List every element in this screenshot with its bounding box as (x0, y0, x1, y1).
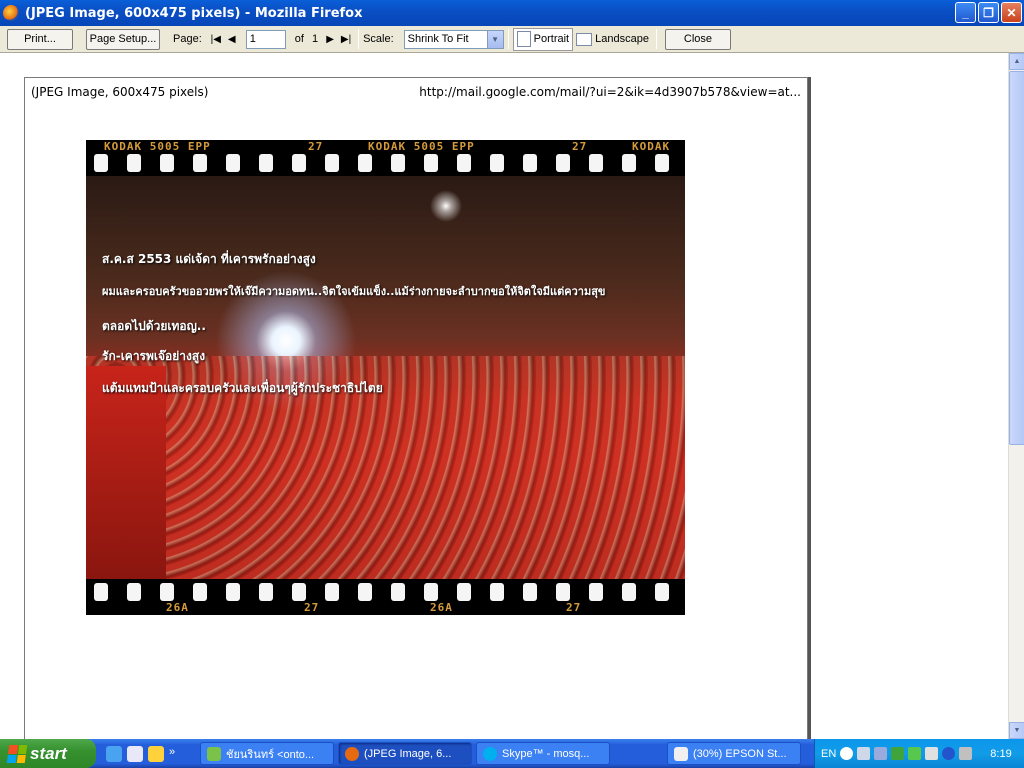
chevron-left-icon[interactable] (840, 747, 854, 760)
windows-logo-icon (6, 744, 28, 763)
bluetooth-icon[interactable] (942, 747, 956, 760)
crowd-scene: ส.ค.ส 2553 แด่เจ้ดา ที่เคารพรักอย่างสูง … (86, 176, 685, 579)
film-label: KODAK 5005 EPP (368, 140, 475, 153)
task-firefox[interactable]: (JPEG Image, 6... (338, 742, 472, 765)
task-epson[interactable]: (30%) EPSON St... (667, 742, 801, 765)
close-preview-button[interactable]: Close (664, 28, 731, 50)
greeting-line: แต้มแทมป้าและครอบครัวและเพื่อนๆผู้รักประ… (102, 381, 383, 395)
task-label: ชัยนรินทร์ <onto... (226, 748, 315, 761)
greeting-line: รัก-เคารพเจ๊อย่างสูง (102, 349, 206, 363)
scale-select[interactable]: Shrink To Fit ▼ (403, 29, 504, 49)
clock[interactable]: 8:19 (990, 748, 1011, 760)
printed-photo: KODAK 5005 EPP 27 KODAK 5005 EPP 27 KODA… (86, 140, 685, 615)
scale-value: Shrink To Fit (407, 33, 469, 45)
last-page-icon[interactable]: ▶| (338, 34, 354, 45)
previous-page-icon[interactable]: ◀ (224, 34, 240, 45)
maximize-button[interactable]: ❐ (978, 2, 999, 23)
toolbar-separator (655, 29, 657, 49)
landscape-label: Landscape (595, 33, 649, 45)
language-indicator[interactable]: EN (821, 748, 836, 760)
scroll-down-icon[interactable]: ▼ (1009, 722, 1024, 739)
start-button[interactable]: start (0, 739, 96, 768)
of-label: of (294, 33, 304, 45)
portrait-button[interactable]: Portrait (512, 27, 574, 51)
page-total: 1 (311, 33, 319, 45)
task-label: (JPEG Image, 6... (364, 747, 452, 760)
task-label: (30%) EPSON St... (693, 747, 787, 760)
task-email[interactable]: ชัยนรินทร์ <onto... (200, 742, 334, 765)
monitor-icon[interactable] (959, 747, 973, 760)
more-chevron-icon[interactable]: » (169, 746, 185, 762)
sprocket-holes (94, 583, 669, 601)
vertical-scrollbar[interactable]: ▲ ▼ (1008, 53, 1024, 739)
film-strip-bottom: 26A 27 26A 27 (86, 579, 685, 615)
volume-icon[interactable] (925, 747, 939, 760)
taskbar: start » ชัยนรินทร์ <onto... (JPEG Image,… (0, 739, 1024, 768)
network-icon[interactable] (874, 747, 888, 760)
window-controls: _ ❐ ✕ (955, 2, 1022, 23)
film-label: 26A (166, 601, 189, 614)
scrollbar-thumb[interactable] (1009, 71, 1024, 445)
page-header-title: (JPEG Image, 600x475 pixels) (31, 85, 209, 99)
film-label: KODAK 5005 EPP (104, 140, 211, 153)
preview-page: (JPEG Image, 600x475 pixels) http://mail… (24, 77, 808, 739)
firefox-icon (345, 746, 359, 761)
show-desktop-icon[interactable] (106, 745, 122, 762)
toolbar-separator (358, 29, 360, 49)
landscape-button[interactable]: Landscape (573, 28, 652, 51)
portrait-page-icon (516, 31, 531, 47)
film-label: 26A (430, 601, 453, 614)
chat-icon[interactable] (148, 745, 164, 762)
page-number-input[interactable] (245, 29, 286, 49)
printer-icon (674, 746, 688, 761)
task-skype[interactable]: Skype™ - mosq... (476, 742, 610, 765)
film-label: 27 (566, 601, 582, 614)
scale-label: Scale: (363, 33, 394, 45)
print-preview-toolbar: Print... Page Setup... Page: |◀ ◀ of 1 ▶… (0, 26, 1024, 53)
quick-launch: » (106, 745, 196, 762)
chevron-down-icon[interactable]: ▼ (486, 30, 503, 48)
sprocket-holes (94, 154, 669, 172)
page-header-url: http://mail.google.com/mail/?ui=2&ik=4d3… (419, 85, 801, 99)
start-label: start (30, 743, 67, 763)
film-label: 27 (572, 140, 588, 153)
film-label: 27 (304, 601, 320, 614)
system-tray: EN 8:19 (814, 739, 1024, 768)
email-app-icon (207, 746, 221, 761)
film-label: KODAK (632, 140, 671, 153)
antivirus-icon[interactable] (891, 747, 905, 760)
first-page-icon[interactable]: |◀ (208, 34, 224, 45)
greeting-line: ส.ค.ส 2553 แด่เจ้ดา ที่เคารพรักอย่างสูง (102, 252, 316, 266)
greeting-line: ตลอดไปด้วยเทอญ.. (102, 319, 206, 333)
preview-area: (JPEG Image, 600x475 pixels) http://mail… (0, 53, 1008, 739)
skype-icon (483, 746, 497, 761)
page-setup-button[interactable]: Page Setup... (86, 28, 160, 50)
minimize-button[interactable]: _ (955, 2, 976, 23)
task-label: Skype™ - mosq... (502, 747, 590, 760)
scroll-up-icon[interactable]: ▲ (1009, 53, 1024, 70)
printer-tray-icon[interactable] (857, 747, 871, 760)
security-icon[interactable] (908, 747, 922, 760)
film-strip-top: KODAK 5005 EPP 27 KODAK 5005 EPP 27 KODA… (86, 140, 685, 176)
toolbar-separator (507, 29, 509, 49)
portrait-label: Portrait (533, 33, 570, 45)
next-page-icon[interactable]: ▶ (322, 34, 338, 45)
close-window-button[interactable]: ✕ (1001, 2, 1022, 23)
firefox-icon (3, 5, 19, 21)
greeting-line: ผมและครอบครัวขออวยพรให้เจ๊มีความอดทน..จิ… (102, 285, 606, 298)
messenger-icon[interactable] (127, 745, 143, 762)
window-title: (JPEG Image, 600x475 pixels) - Mozilla F… (25, 5, 363, 21)
landscape-page-icon (576, 32, 593, 46)
page-label: Page: (173, 33, 202, 45)
title-bar: (JPEG Image, 600x475 pixels) - Mozilla F… (0, 0, 1024, 26)
film-label: 27 (308, 140, 324, 153)
print-button[interactable]: Print... (7, 28, 73, 50)
